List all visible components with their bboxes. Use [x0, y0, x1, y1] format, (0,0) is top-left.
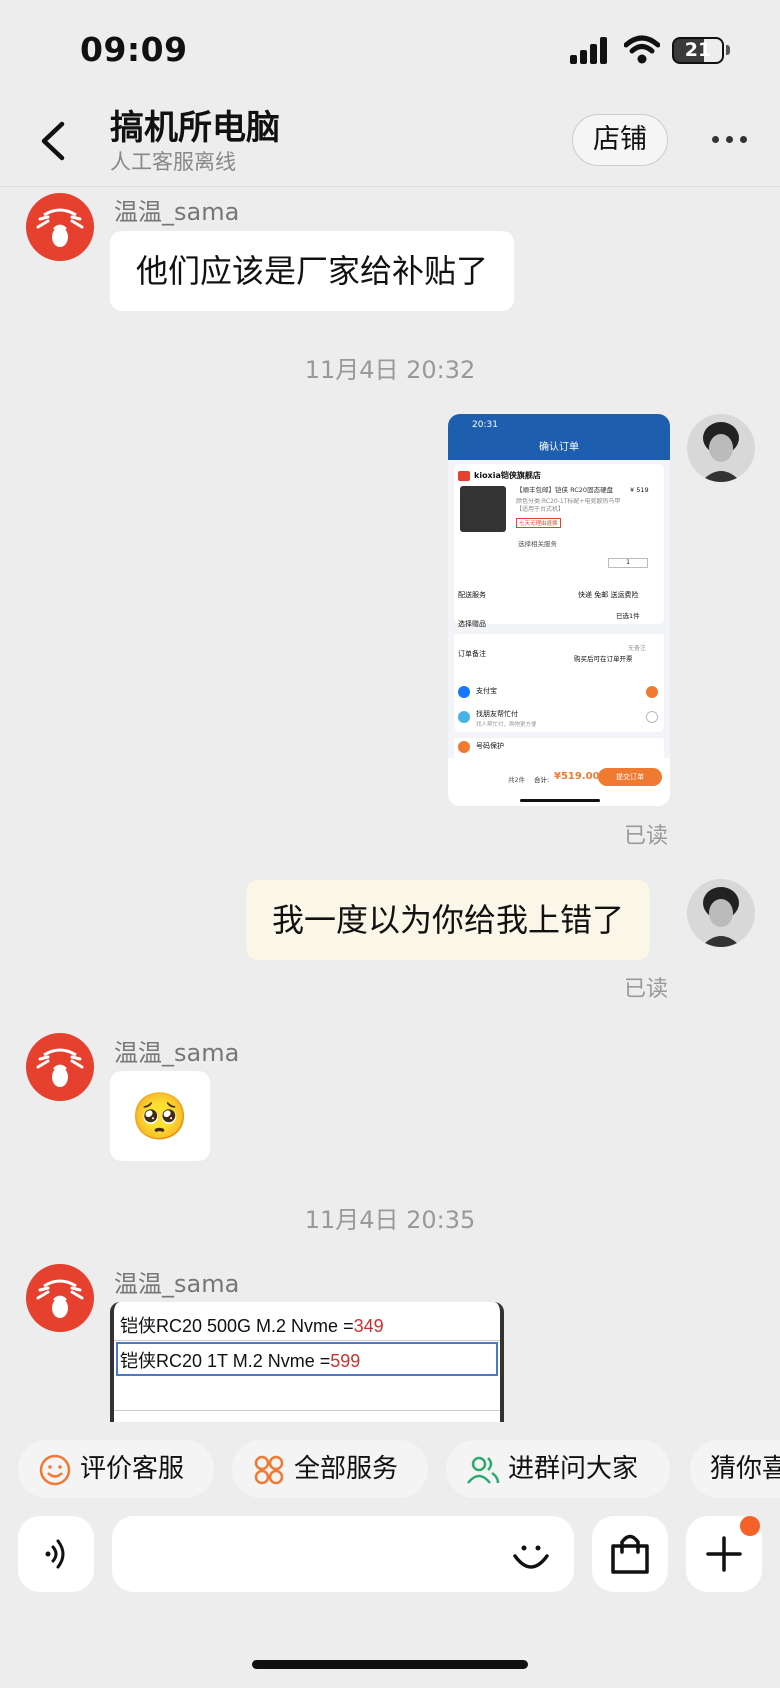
store-button[interactable]: 店铺 [572, 114, 668, 166]
product-bag-button[interactable] [592, 1516, 668, 1592]
screenshot-pay2-sub: 找人帮忙付，购物更方便 [476, 722, 537, 728]
screenshot-time: 20:31 [472, 420, 498, 430]
status-time: 09:09 [80, 30, 188, 69]
all-services-chip[interactable]: 全部服务 [232, 1440, 428, 1498]
wifi-icon [623, 34, 661, 64]
battery-icon: 21 [672, 37, 724, 64]
chip-label: 评价客服 [80, 1454, 185, 1484]
screenshot-services: 选择相关服务 [518, 540, 557, 548]
selected-radio-icon [646, 686, 658, 698]
screenshot-note-value2: 购买后可在订单开票 [574, 655, 633, 663]
header-divider [0, 186, 780, 187]
screenshot-store: kioxia铠侠旗舰店 [474, 471, 541, 480]
screenshot-tag: 七天无理由退换 [516, 518, 561, 528]
read-receipt: 已读 [624, 824, 669, 849]
product-thumb [460, 486, 506, 532]
voice-button[interactable] [18, 1516, 94, 1592]
message-bubble[interactable]: 我一度以为你给我上错了 [246, 880, 651, 960]
screenshot-home-indicator [520, 799, 600, 802]
screenshot-title: 确认订单 [539, 442, 579, 453]
price-row: 铠侠RC20 1T M.2 Nvme =599 [120, 1351, 361, 1371]
battery-nub [726, 45, 730, 55]
screenshot-delivery-label: 配送服务 [458, 591, 486, 599]
screenshot-delivery-value: 快递 免邮 送运费险 [578, 591, 639, 599]
screenshot-gift-value: 已选1件 [616, 612, 640, 620]
screenshot-gift-label: 选择赠品 [458, 620, 486, 628]
plus-icon [706, 1536, 742, 1572]
screenshot-pay3: 号码保护 [476, 742, 504, 750]
group-icon [467, 1456, 500, 1484]
grid-icon [254, 1455, 284, 1484]
emoji-icon[interactable] [510, 1534, 552, 1576]
rate-service-chip[interactable]: 评价客服 [18, 1440, 214, 1498]
screenshot-note-value1: 无备注 [628, 645, 647, 652]
join-group-chip[interactable]: 进群问大家 [446, 1440, 670, 1498]
seller-avatar[interactable] [26, 193, 94, 261]
phone-protect-icon [458, 741, 470, 753]
timestamp: 11月4日 20:35 [304, 1206, 476, 1234]
more-options-icon[interactable] [712, 136, 752, 146]
screenshot-submit: 提交订单 [598, 768, 662, 786]
screenshot-total: ¥519.00 [554, 771, 600, 782]
screenshot-qty: 1 [608, 558, 648, 568]
home-indicator [252, 1660, 528, 1669]
screenshot-total-count: 共2件 [508, 776, 526, 784]
back-arrow-icon[interactable] [36, 118, 72, 164]
sender-name: 温温_sama [114, 1039, 240, 1067]
sender-name: 温温_sama [114, 1270, 240, 1298]
read-receipt: 已读 [624, 977, 669, 1002]
message-input[interactable] [112, 1516, 574, 1592]
notification-dot [740, 1516, 760, 1536]
price-list-image[interactable]: 铠侠RC20 500G M.2 Nvme =349 铠侠RC20 1T M.2 … [110, 1302, 504, 1422]
voice-icon [45, 1539, 65, 1569]
message-bubble[interactable]: 他们应该是厂家给补贴了 [110, 231, 515, 311]
row-divider [114, 1410, 500, 1411]
emoji-message[interactable]: 🥺 [110, 1071, 210, 1161]
alipay-icon [458, 686, 470, 698]
seller-avatar[interactable] [26, 1264, 94, 1332]
screenshot-pay1: 支付宝 [476, 687, 497, 695]
screenshot-note-label: 订单备注 [458, 650, 486, 658]
sender-name: 温温_sama [114, 198, 240, 226]
page-title: 搞机所电脑 [110, 108, 280, 148]
cellular-signal-icon [570, 36, 610, 64]
smile-icon [39, 1454, 71, 1485]
screenshot-pay2: 找朋友帮忙付 [476, 710, 518, 718]
seller-avatar[interactable] [26, 1033, 94, 1101]
guess-chip[interactable]: 猜你喜 [690, 1440, 780, 1498]
user-avatar[interactable] [687, 414, 755, 482]
order-screenshot-image[interactable]: 20:31 确认订单 kioxia铠侠旗舰店 【顺丰包邮】铠侠 RC20固态硬盘… [448, 414, 670, 806]
row-divider [114, 1340, 500, 1341]
chip-label: 进群问大家 [508, 1454, 639, 1484]
friend-pay-icon [458, 711, 470, 723]
radio-icon [646, 711, 658, 723]
shopping-bag-icon [611, 1534, 649, 1574]
timestamp: 11月4日 20:32 [304, 356, 476, 384]
user-avatar[interactable] [687, 879, 755, 947]
service-status: 人工客服离线 [110, 150, 236, 174]
store-logo-icon [458, 471, 470, 481]
screenshot-price: ¥ 519 [630, 486, 649, 494]
chip-label: 猜你喜 [710, 1454, 780, 1484]
price-row: 铠侠RC20 500G M.2 Nvme =349 [120, 1316, 384, 1336]
screenshot-spec: 颜色分类:RC20-1T标配+电竞散热马甲【适用于台式机】 [516, 498, 621, 513]
screenshot-total-label: 合计: [534, 776, 550, 784]
chip-label: 全部服务 [294, 1454, 399, 1484]
